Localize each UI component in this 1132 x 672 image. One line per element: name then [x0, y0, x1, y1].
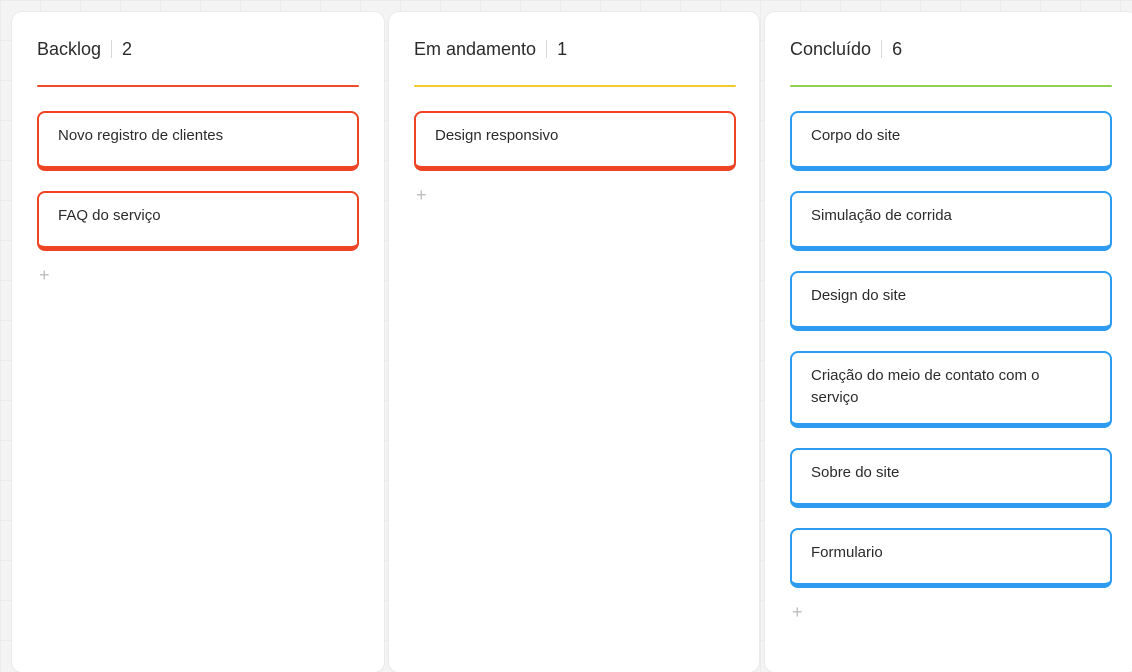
column-count: 2: [122, 38, 133, 59]
column-backlog: Backlog 2 Novo registro de clientes FAQ …: [12, 12, 384, 672]
card-list: Design responsivo +: [414, 111, 736, 204]
column-accent-line: [37, 85, 359, 87]
card-title: Formulario: [811, 544, 883, 561]
column-header[interactable]: Backlog 2: [37, 36, 132, 62]
column-em-andamento: Em andamento 1 Design responsivo +: [389, 12, 759, 672]
column-count: 1: [557, 38, 568, 59]
card-list: Corpo do site Simulação de corrida Desig…: [790, 111, 1112, 621]
card-title: Criação do meio de contato com o serviço: [811, 367, 1040, 406]
card-title: Novo registro de clientes: [58, 127, 224, 144]
plus-icon[interactable]: +: [39, 266, 55, 284]
column-header[interactable]: Concluído 6: [790, 36, 902, 62]
card[interactable]: Formulario: [790, 528, 1112, 588]
column-title: Em andamento: [414, 38, 537, 59]
card-title: Design responsivo: [435, 127, 559, 144]
card[interactable]: Design responsivo: [414, 111, 736, 171]
card[interactable]: FAQ do serviço: [37, 191, 359, 251]
card[interactable]: Design do site: [790, 271, 1112, 331]
card[interactable]: Criação do meio de contato com o serviço: [790, 351, 1112, 428]
card[interactable]: Sobre do site: [790, 448, 1112, 508]
plus-icon[interactable]: +: [792, 603, 808, 621]
card-title: Design do site: [811, 287, 907, 304]
column-count: 6: [892, 38, 903, 59]
card[interactable]: Novo registro de clientes: [37, 111, 359, 171]
kanban-board: Backlog 2 Novo registro de clientes FAQ …: [0, 0, 1132, 672]
column-accent-line: [414, 85, 736, 87]
column-title: Backlog: [37, 38, 102, 59]
header-divider: [881, 40, 883, 58]
card-title: Corpo do site: [811, 127, 901, 144]
column-title: Concluído: [790, 38, 872, 59]
header-divider: [111, 40, 113, 58]
plus-icon[interactable]: +: [416, 186, 432, 204]
card-title: Simulação de corrida: [811, 207, 952, 224]
column-header[interactable]: Em andamento 1: [414, 36, 567, 62]
column-concluido: Concluído 6 Corpo do site Simulação de c…: [765, 12, 1132, 672]
card[interactable]: Simulação de corrida: [790, 191, 1112, 251]
card[interactable]: Corpo do site: [790, 111, 1112, 171]
card-list: Novo registro de clientes FAQ do serviço…: [37, 111, 359, 284]
column-accent-line: [790, 85, 1112, 87]
card-title: FAQ do serviço: [58, 207, 161, 224]
header-divider: [546, 40, 548, 58]
card-title: Sobre do site: [811, 464, 900, 481]
